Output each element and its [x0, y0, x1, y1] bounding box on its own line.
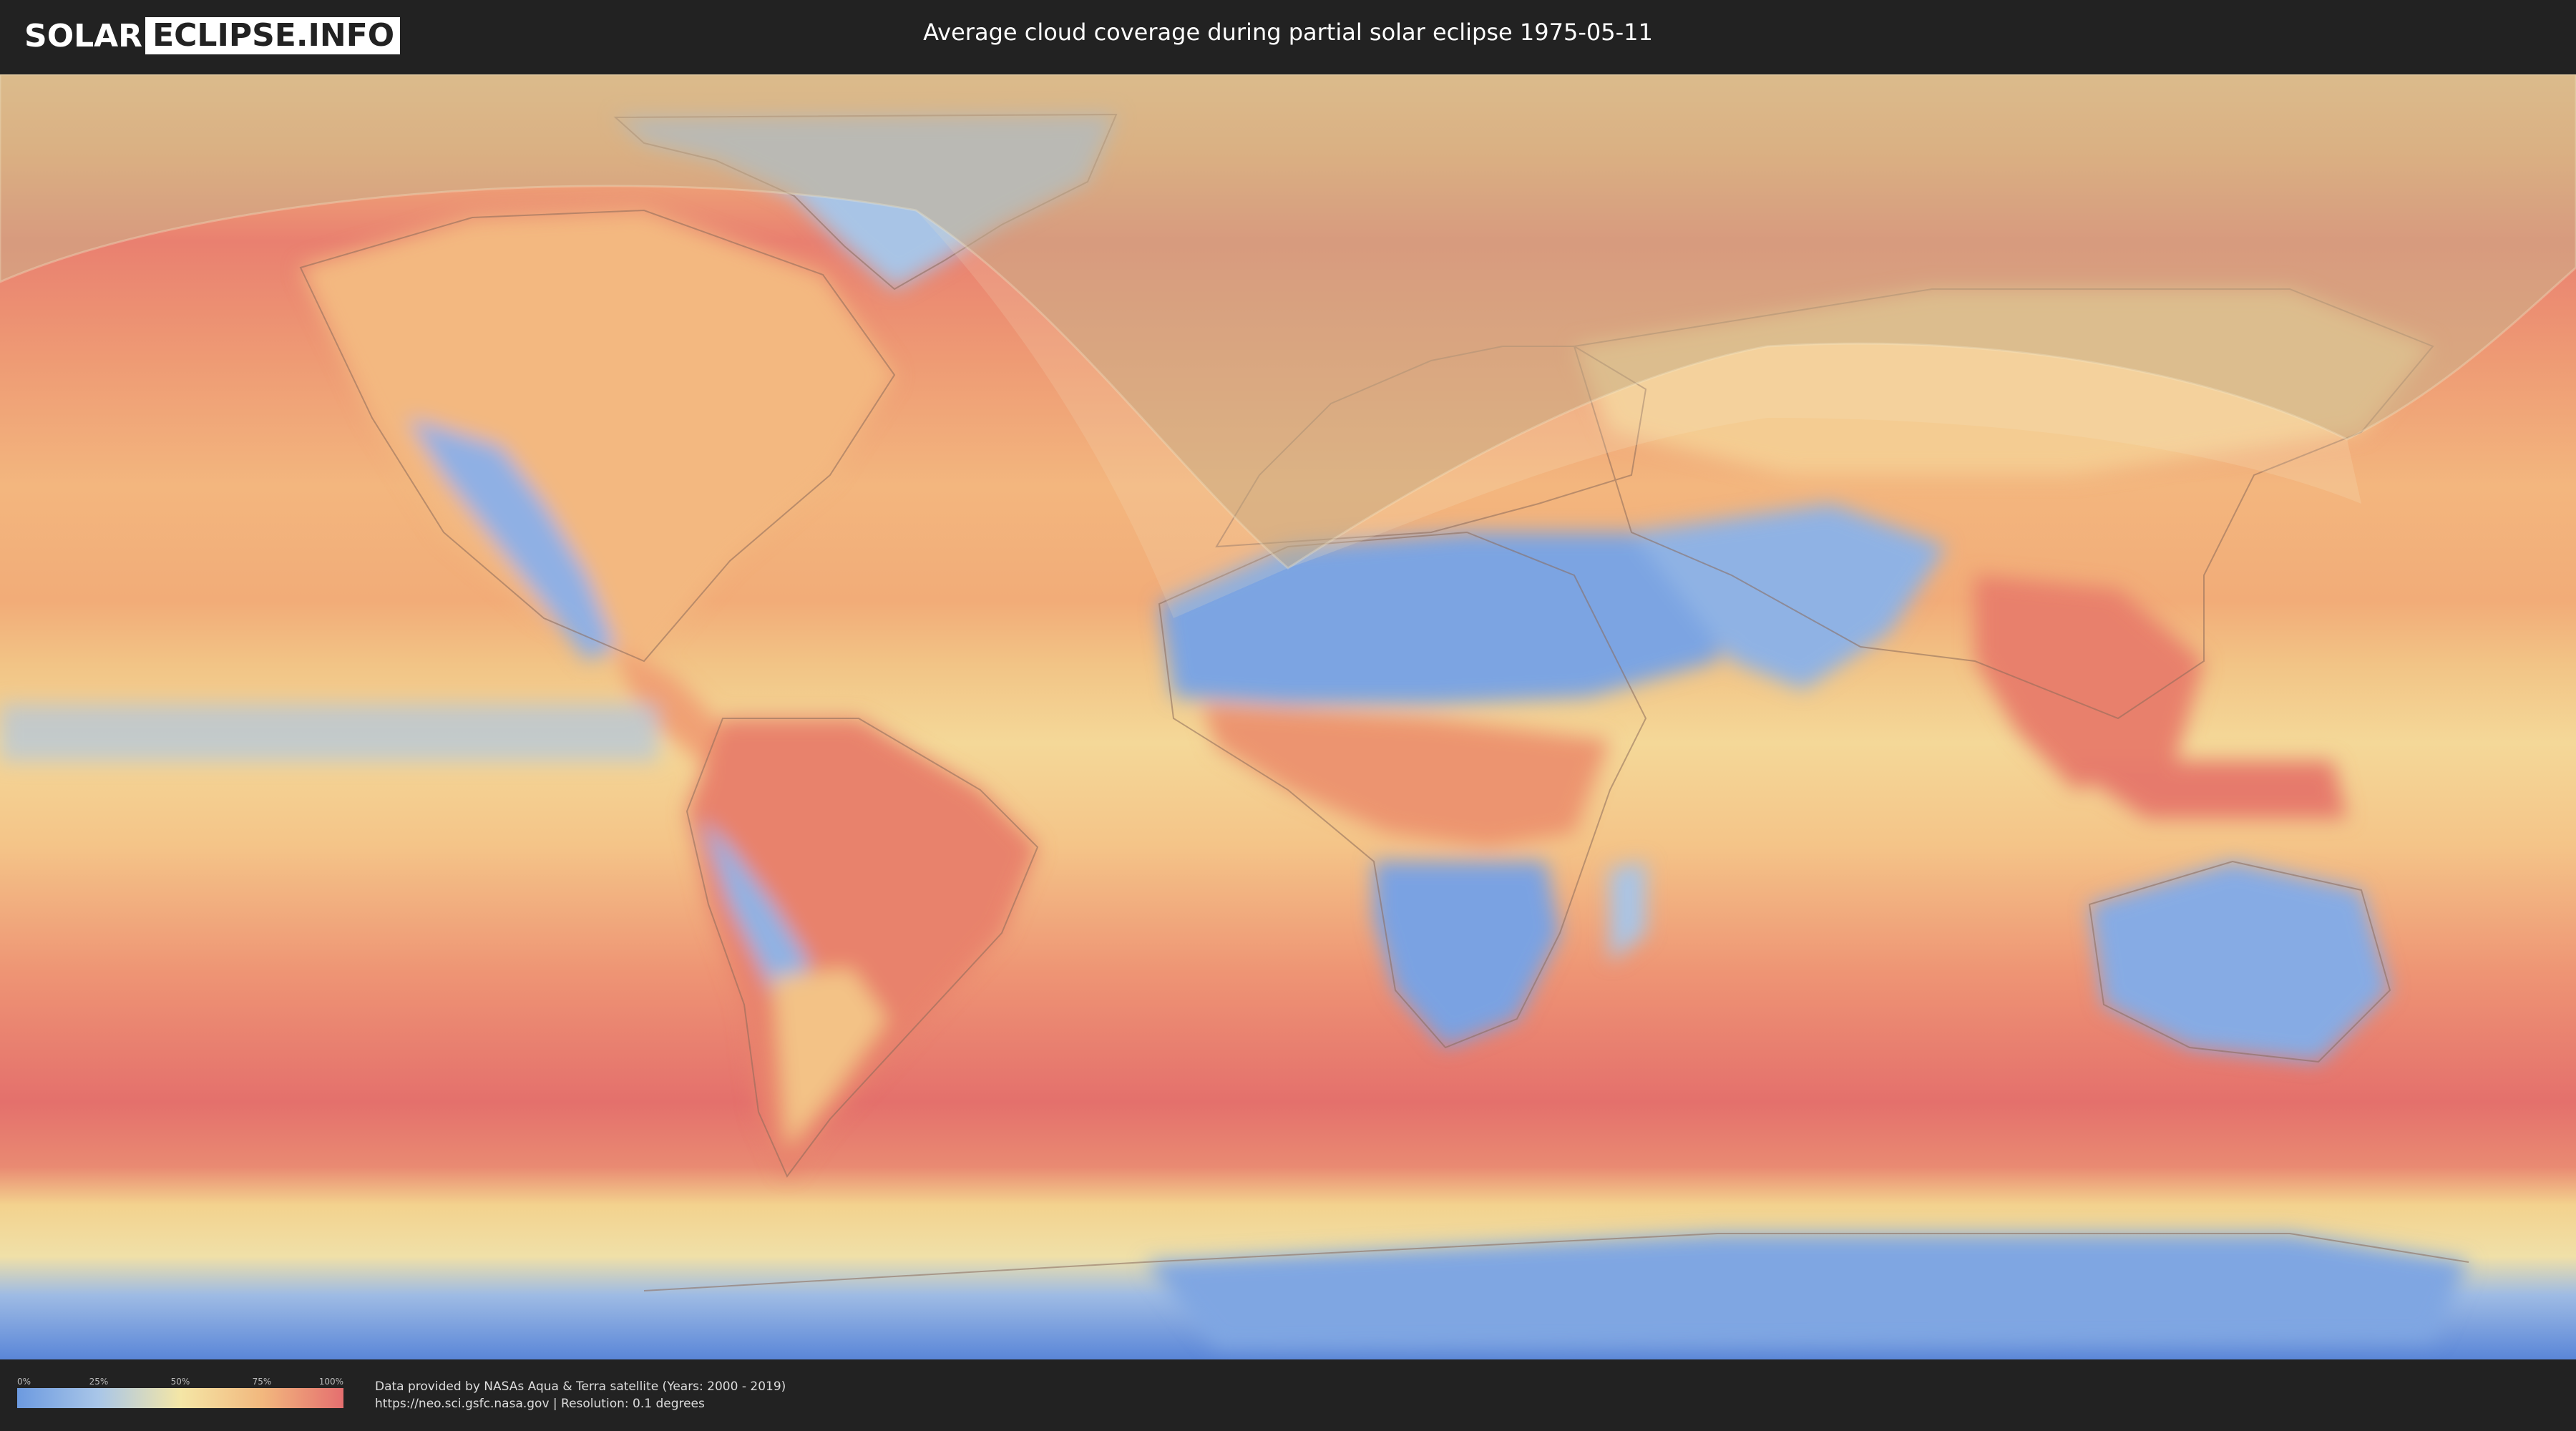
data-source-line: Data provided by NASAs Aqua & Terra sate…	[375, 1379, 786, 1394]
tropical-pacific-band	[0, 704, 658, 761]
legend-tick-label: 75%	[252, 1377, 272, 1387]
data-source-note: Data provided by NASAs Aqua & Terra sate…	[375, 1378, 786, 1412]
page-title: Average cloud coverage during partial so…	[923, 19, 1653, 46]
legend-ticks: 0% 25% 50% 75% 100%	[17, 1377, 343, 1388]
legend-tick-label: 50%	[170, 1377, 190, 1387]
legend-tick-label: 25%	[89, 1377, 109, 1387]
legend-tick-label: 100%	[318, 1377, 343, 1387]
footer-bar: 0% 25% 50% 75% 100% Data provided by NAS…	[0, 1359, 2576, 1431]
data-source-url-line: https://neo.sci.gsfc.nasa.gov | Resoluti…	[375, 1397, 705, 1411]
world-map-svg	[0, 74, 2576, 1359]
legend-tick-label: 0%	[17, 1377, 31, 1387]
cloud-coverage-map	[0, 74, 2576, 1359]
header-bar: SOLAR ECLIPSE.INFO Average cloud coverag…	[0, 0, 2576, 72]
cloud-coverage-legend: 0% 25% 50% 75% 100%	[17, 1377, 343, 1408]
legend-color-bar	[17, 1388, 343, 1408]
